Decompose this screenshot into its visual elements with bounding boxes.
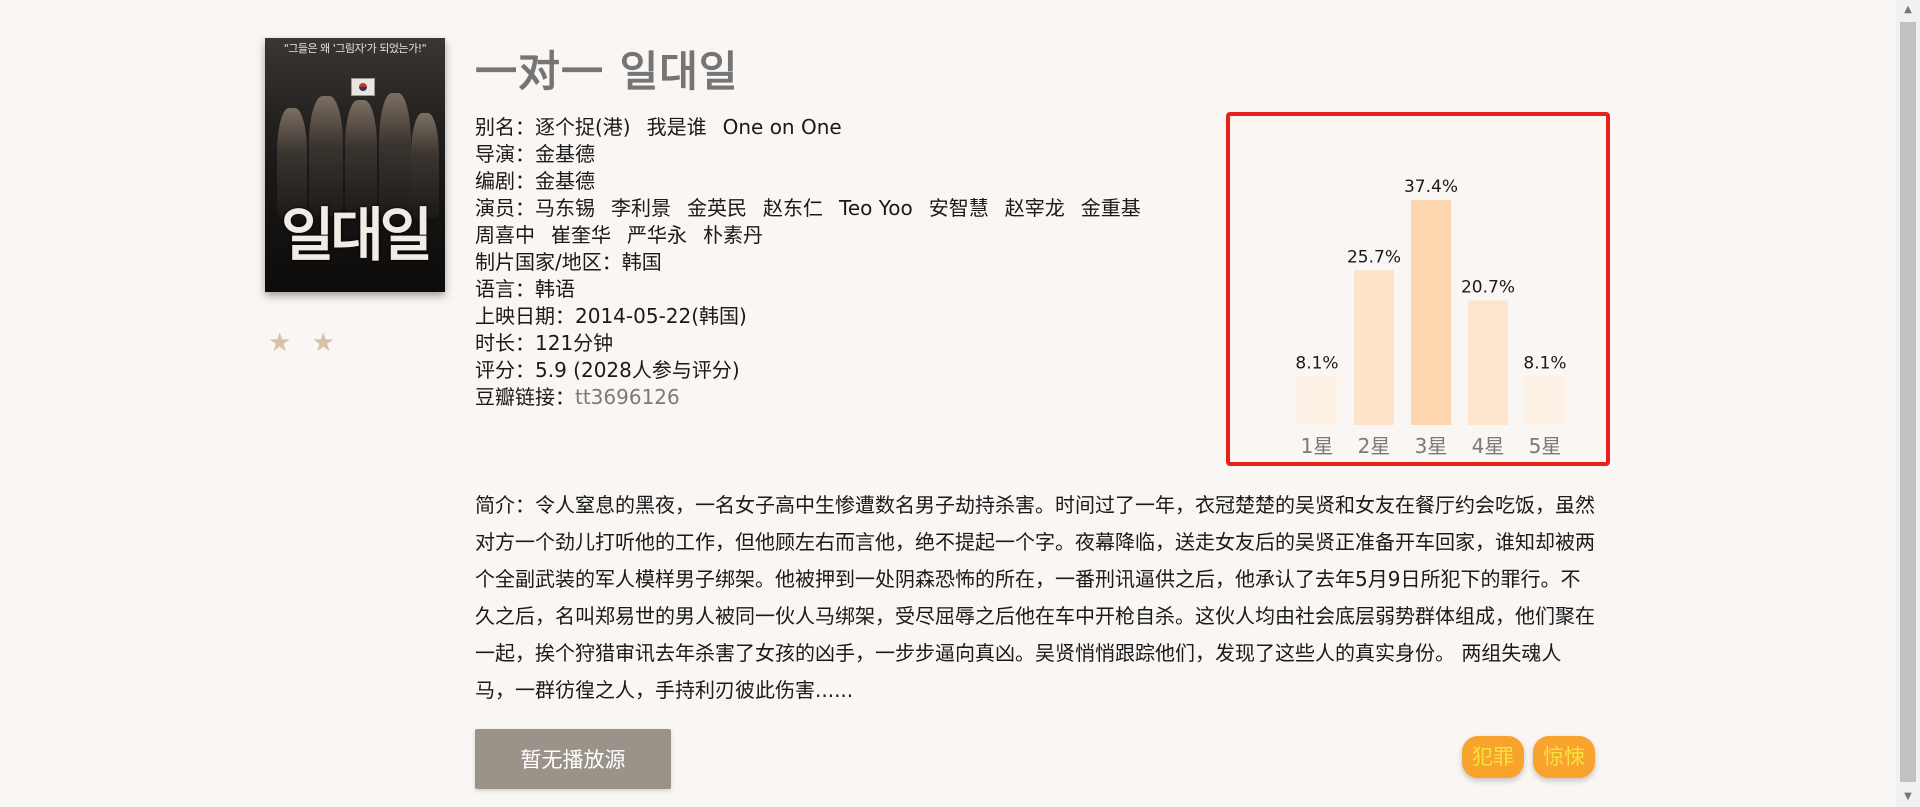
- score-label: 评分：: [475, 358, 535, 382]
- release-label: 上映日期：: [475, 304, 575, 328]
- rating-category-label: 2星: [1358, 434, 1391, 458]
- aka-value: One on One: [722, 115, 842, 139]
- cast-member: 金英民: [687, 196, 747, 220]
- aka-value: 逐个捉(港): [535, 115, 631, 139]
- douban-row: 豆瓣链接：tt3696126: [475, 384, 1155, 411]
- language-label: 语言：: [475, 277, 535, 301]
- writer-value: 金基德: [535, 169, 595, 193]
- aka-row: 别名：逐个捉(港) 我是谁 One on One: [475, 114, 1155, 141]
- rating-bar: [1411, 200, 1451, 425]
- rating-bar-value-label: 25.7%: [1347, 247, 1401, 267]
- cast-row: 演员：马东锡 李利景 金英民 赵东仁 Teo Yoo 安智慧 赵宰龙 金重基周喜中 崔奎华 严华永…: [475, 195, 1175, 249]
- director-label: 导演：: [475, 142, 535, 166]
- cast-member: 金重基: [1080, 196, 1141, 220]
- rating-category-label: 1星: [1301, 434, 1334, 458]
- rating-bar-value-label: 20.7%: [1461, 277, 1515, 297]
- cast-member: 崔奎华: [551, 223, 611, 247]
- rating-stars: ★ ★: [268, 328, 341, 358]
- director-row: 导演：金基德: [475, 141, 1155, 168]
- runtime-value: 121分钟: [535, 331, 614, 355]
- rating-bar-value-label: 37.4%: [1404, 177, 1458, 197]
- cast-member: Teo Yoo: [839, 196, 913, 220]
- scrollbar-thumb[interactable]: [1900, 22, 1916, 782]
- country-row: 制片国家/地区：韩国: [475, 249, 1155, 276]
- release-row: 上映日期：2014-05-22(韩国): [475, 303, 1155, 330]
- genre-tag[interactable]: 惊悚: [1533, 736, 1595, 778]
- cast-member: 朴素丹: [703, 223, 763, 247]
- runtime-label: 时长：: [475, 331, 535, 355]
- rating-category-label: 3星: [1415, 434, 1448, 458]
- movie-poster[interactable]: "그들은 왜 '그림자'가 되었는가!" 일대일: [265, 38, 445, 292]
- scroll-up-arrow-icon[interactable]: ▲: [1896, 0, 1920, 20]
- rating-bar: [1525, 376, 1565, 425]
- rating-category-label: 5星: [1529, 434, 1562, 458]
- rating-bar: [1297, 376, 1337, 425]
- poster-title: 일대일: [280, 201, 433, 269]
- language-row: 语言：韩语: [475, 276, 1155, 303]
- cast-member: 赵宰龙: [1004, 196, 1065, 220]
- rating-distribution-chart: 8.1% 1星 25.7% 2星 37.4% 3星 20.7% 4星 8.1% 5星: [1226, 112, 1610, 466]
- cast-member: 严华永: [627, 223, 687, 247]
- runtime-row: 时长：121分钟: [475, 330, 1155, 357]
- score-value: 5.9 (2028人参与评分): [535, 358, 740, 382]
- play-source-button[interactable]: 暂无播放源: [475, 729, 671, 789]
- director-value: 金基德: [535, 142, 595, 166]
- release-value: 2014-05-22(韩国): [575, 304, 747, 328]
- writer-label: 编剧：: [475, 169, 535, 193]
- movie-title: 一对一 일대일: [475, 47, 739, 96]
- vertical-scrollbar[interactable]: ▲ ▼: [1896, 0, 1920, 807]
- douban-link[interactable]: tt3696126: [575, 385, 680, 409]
- writer-row: 编剧：金基德: [475, 168, 1155, 195]
- cast-label: 演员：: [475, 196, 535, 220]
- synopsis: 简介：令人窒息的黑夜，一名女子高中生惨遭数名男子劫持杀害。时间过了一年，衣冠楚楚…: [475, 493, 1595, 702]
- genre-tag[interactable]: 犯罪: [1462, 736, 1524, 778]
- cast-member: 周喜中: [475, 223, 535, 247]
- country-label: 制片国家/地区：: [475, 250, 622, 274]
- rating-category-label: 4星: [1472, 434, 1505, 458]
- country-value: 韩国: [621, 250, 662, 274]
- rating-chart-svg: 8.1% 1星 25.7% 2星 37.4% 3星 20.7% 4星 8.1% 5星: [1295, 177, 1566, 458]
- movie-detail-page: "그들은 왜 '그림자'가 되었는가!" 일대일 ★ ★ 一对一 일대일 别名：…: [0, 0, 1920, 807]
- scroll-down-arrow-icon[interactable]: ▼: [1896, 787, 1920, 807]
- rating-bar-value-label: 8.1%: [1523, 353, 1566, 373]
- cast-member: 安智慧: [928, 196, 989, 220]
- aka-label: 别名：: [475, 115, 535, 139]
- rating-bar: [1354, 270, 1394, 425]
- score-row: 评分：5.9 (2028人参与评分): [475, 357, 1155, 384]
- movie-info: 别名：逐个捉(港) 我是谁 One on One 导演：金基德 编剧：金基德 演员：…: [475, 114, 1155, 411]
- poster-tagline: "그들은 왜 '그림자'가 되었는가!": [283, 42, 427, 55]
- douban-label: 豆瓣链接：: [475, 385, 575, 409]
- cast-member: 李利景: [611, 196, 671, 220]
- genre-tags: 犯罪 惊悚: [1462, 736, 1595, 778]
- rating-bar: [1468, 300, 1508, 425]
- rating-bar-value-label: 8.1%: [1295, 353, 1338, 373]
- cast-member: 马东锡: [535, 196, 595, 220]
- aka-value: 我是谁: [646, 115, 707, 139]
- cast-member: 赵东仁: [763, 196, 823, 220]
- korean-flag-icon: [351, 78, 375, 96]
- language-value: 韩语: [535, 277, 575, 301]
